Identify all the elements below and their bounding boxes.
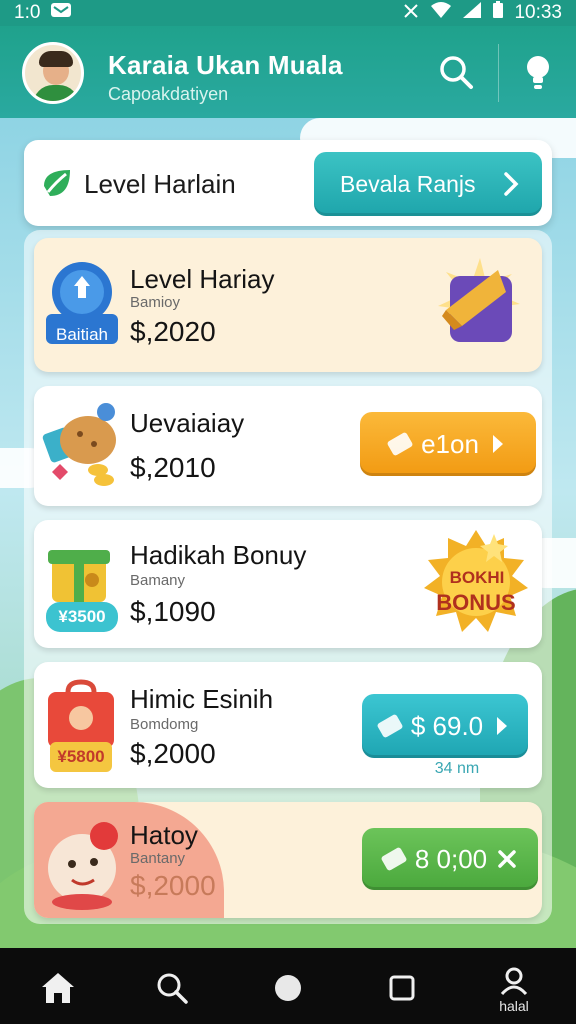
row-title: Hatoy bbox=[130, 820, 198, 850]
search-button[interactable] bbox=[434, 50, 478, 94]
row-subtitle: Bamany bbox=[130, 572, 186, 589]
purchase-button-label: $ 69.0 bbox=[410, 710, 484, 741]
row-amount: $,2000 bbox=[130, 870, 216, 901]
bonus-badge-top-text: BOKHI bbox=[449, 568, 505, 587]
row-amount: $,2010 bbox=[130, 452, 216, 483]
row-subtitle: Bomdomg bbox=[130, 716, 199, 733]
row-icon-tag: ¥5800 bbox=[57, 747, 105, 766]
square-icon bbox=[389, 975, 415, 1001]
row-icon-tag: ¥3500 bbox=[46, 602, 118, 632]
message-icon bbox=[50, 2, 72, 24]
row-icon-tag: Baitiah bbox=[56, 325, 108, 344]
status-bar: 1:0 10:33 bbox=[0, 0, 576, 26]
list-item[interactable]: ¥5800 Himic Esinih Bomdomg $,2000 $ 69.0… bbox=[34, 662, 542, 788]
row-amount: $,2020 bbox=[130, 316, 216, 347]
list-item[interactable]: ¥3500 Hadikah Bonuy Bamany $,1090 BOKHI … bbox=[34, 520, 542, 648]
gift-box-icon bbox=[44, 536, 114, 606]
redeem-button-label: 8 0;00 bbox=[414, 843, 488, 874]
list-item[interactable]: Uevaiaiay $,2010 e1on bbox=[34, 386, 542, 506]
cookie-coins-icon bbox=[42, 400, 126, 490]
app-header: Karaia Ukan Muala Capoakdatiyen bbox=[0, 26, 576, 118]
home-icon bbox=[42, 973, 74, 1003]
search-icon bbox=[440, 56, 473, 89]
wifi-icon bbox=[430, 1, 452, 25]
list-item[interactable]: Hatoy Bantany $,2000 8 0;00 bbox=[34, 802, 542, 918]
battery-icon bbox=[492, 1, 504, 25]
circle-icon bbox=[275, 975, 301, 1001]
bonus-badge-bottom-text: BONUS bbox=[436, 590, 516, 615]
purchase-caption: 34 nm bbox=[434, 760, 480, 777]
claim-button-label: e1on bbox=[421, 428, 479, 459]
search-icon bbox=[157, 973, 188, 1004]
level-header-card: Level Harlain Bevala Ranjs bbox=[24, 140, 552, 226]
row-subtitle: Bamioy bbox=[130, 294, 181, 311]
row-title: Uevaiaiay bbox=[130, 408, 245, 438]
row-title: Himic Esinih bbox=[130, 684, 274, 714]
arrow-right-icon bbox=[492, 435, 503, 453]
mute-icon bbox=[402, 1, 420, 25]
purchase-button[interactable]: $ 69.0 bbox=[362, 694, 528, 758]
nav-profile[interactable]: halal bbox=[488, 960, 540, 1020]
nav-home-circle[interactable] bbox=[262, 962, 314, 1014]
person-icon bbox=[500, 967, 528, 996]
ticket-icon bbox=[386, 431, 414, 457]
avatar[interactable] bbox=[22, 42, 84, 104]
level-header-button[interactable]: Bevala Ranjs bbox=[314, 152, 542, 216]
app-subtitle: Capoakdatiyen bbox=[108, 84, 229, 104]
level-header-button-label: Bevala Ranjs bbox=[340, 170, 476, 197]
list-item[interactable]: Baitiah Level Hariay Bamioy $,2020 bbox=[34, 238, 542, 372]
claim-button[interactable]: e1on bbox=[360, 412, 536, 476]
app-title: Karaia Ukan Muala bbox=[108, 50, 343, 80]
nav-profile-label: halal bbox=[499, 998, 529, 1014]
redeem-button[interactable]: 8 0;00 bbox=[362, 828, 538, 890]
level-header-title: Level Harlain bbox=[84, 169, 236, 199]
tips-button[interactable] bbox=[516, 50, 560, 94]
close-icon bbox=[498, 850, 516, 868]
character-icon bbox=[42, 814, 126, 910]
header-divider bbox=[498, 44, 499, 102]
signal-icon bbox=[462, 1, 482, 25]
megaphone-reward-icon bbox=[432, 252, 528, 352]
row-subtitle: Bantany bbox=[130, 850, 186, 867]
nav-search[interactable] bbox=[146, 962, 198, 1014]
arrow-right-icon bbox=[497, 717, 508, 735]
lightbulb-icon bbox=[527, 56, 549, 89]
leaf-icon bbox=[40, 166, 74, 200]
chevron-right-icon bbox=[504, 172, 519, 196]
row-amount: $,2000 bbox=[130, 738, 216, 769]
nav-recents[interactable] bbox=[376, 962, 428, 1014]
ticket-icon bbox=[380, 846, 408, 872]
status-time-right: 10:33 bbox=[514, 2, 562, 23]
row-title: Hadikah Bonuy bbox=[130, 540, 307, 570]
row-title: Level Hariay bbox=[130, 264, 275, 294]
ticket-icon bbox=[376, 713, 404, 739]
status-time-left: 1:0 bbox=[14, 2, 41, 23]
nav-home[interactable] bbox=[32, 962, 84, 1014]
bottom-nav: halal bbox=[0, 948, 576, 1024]
row-amount: $,1090 bbox=[130, 596, 216, 627]
